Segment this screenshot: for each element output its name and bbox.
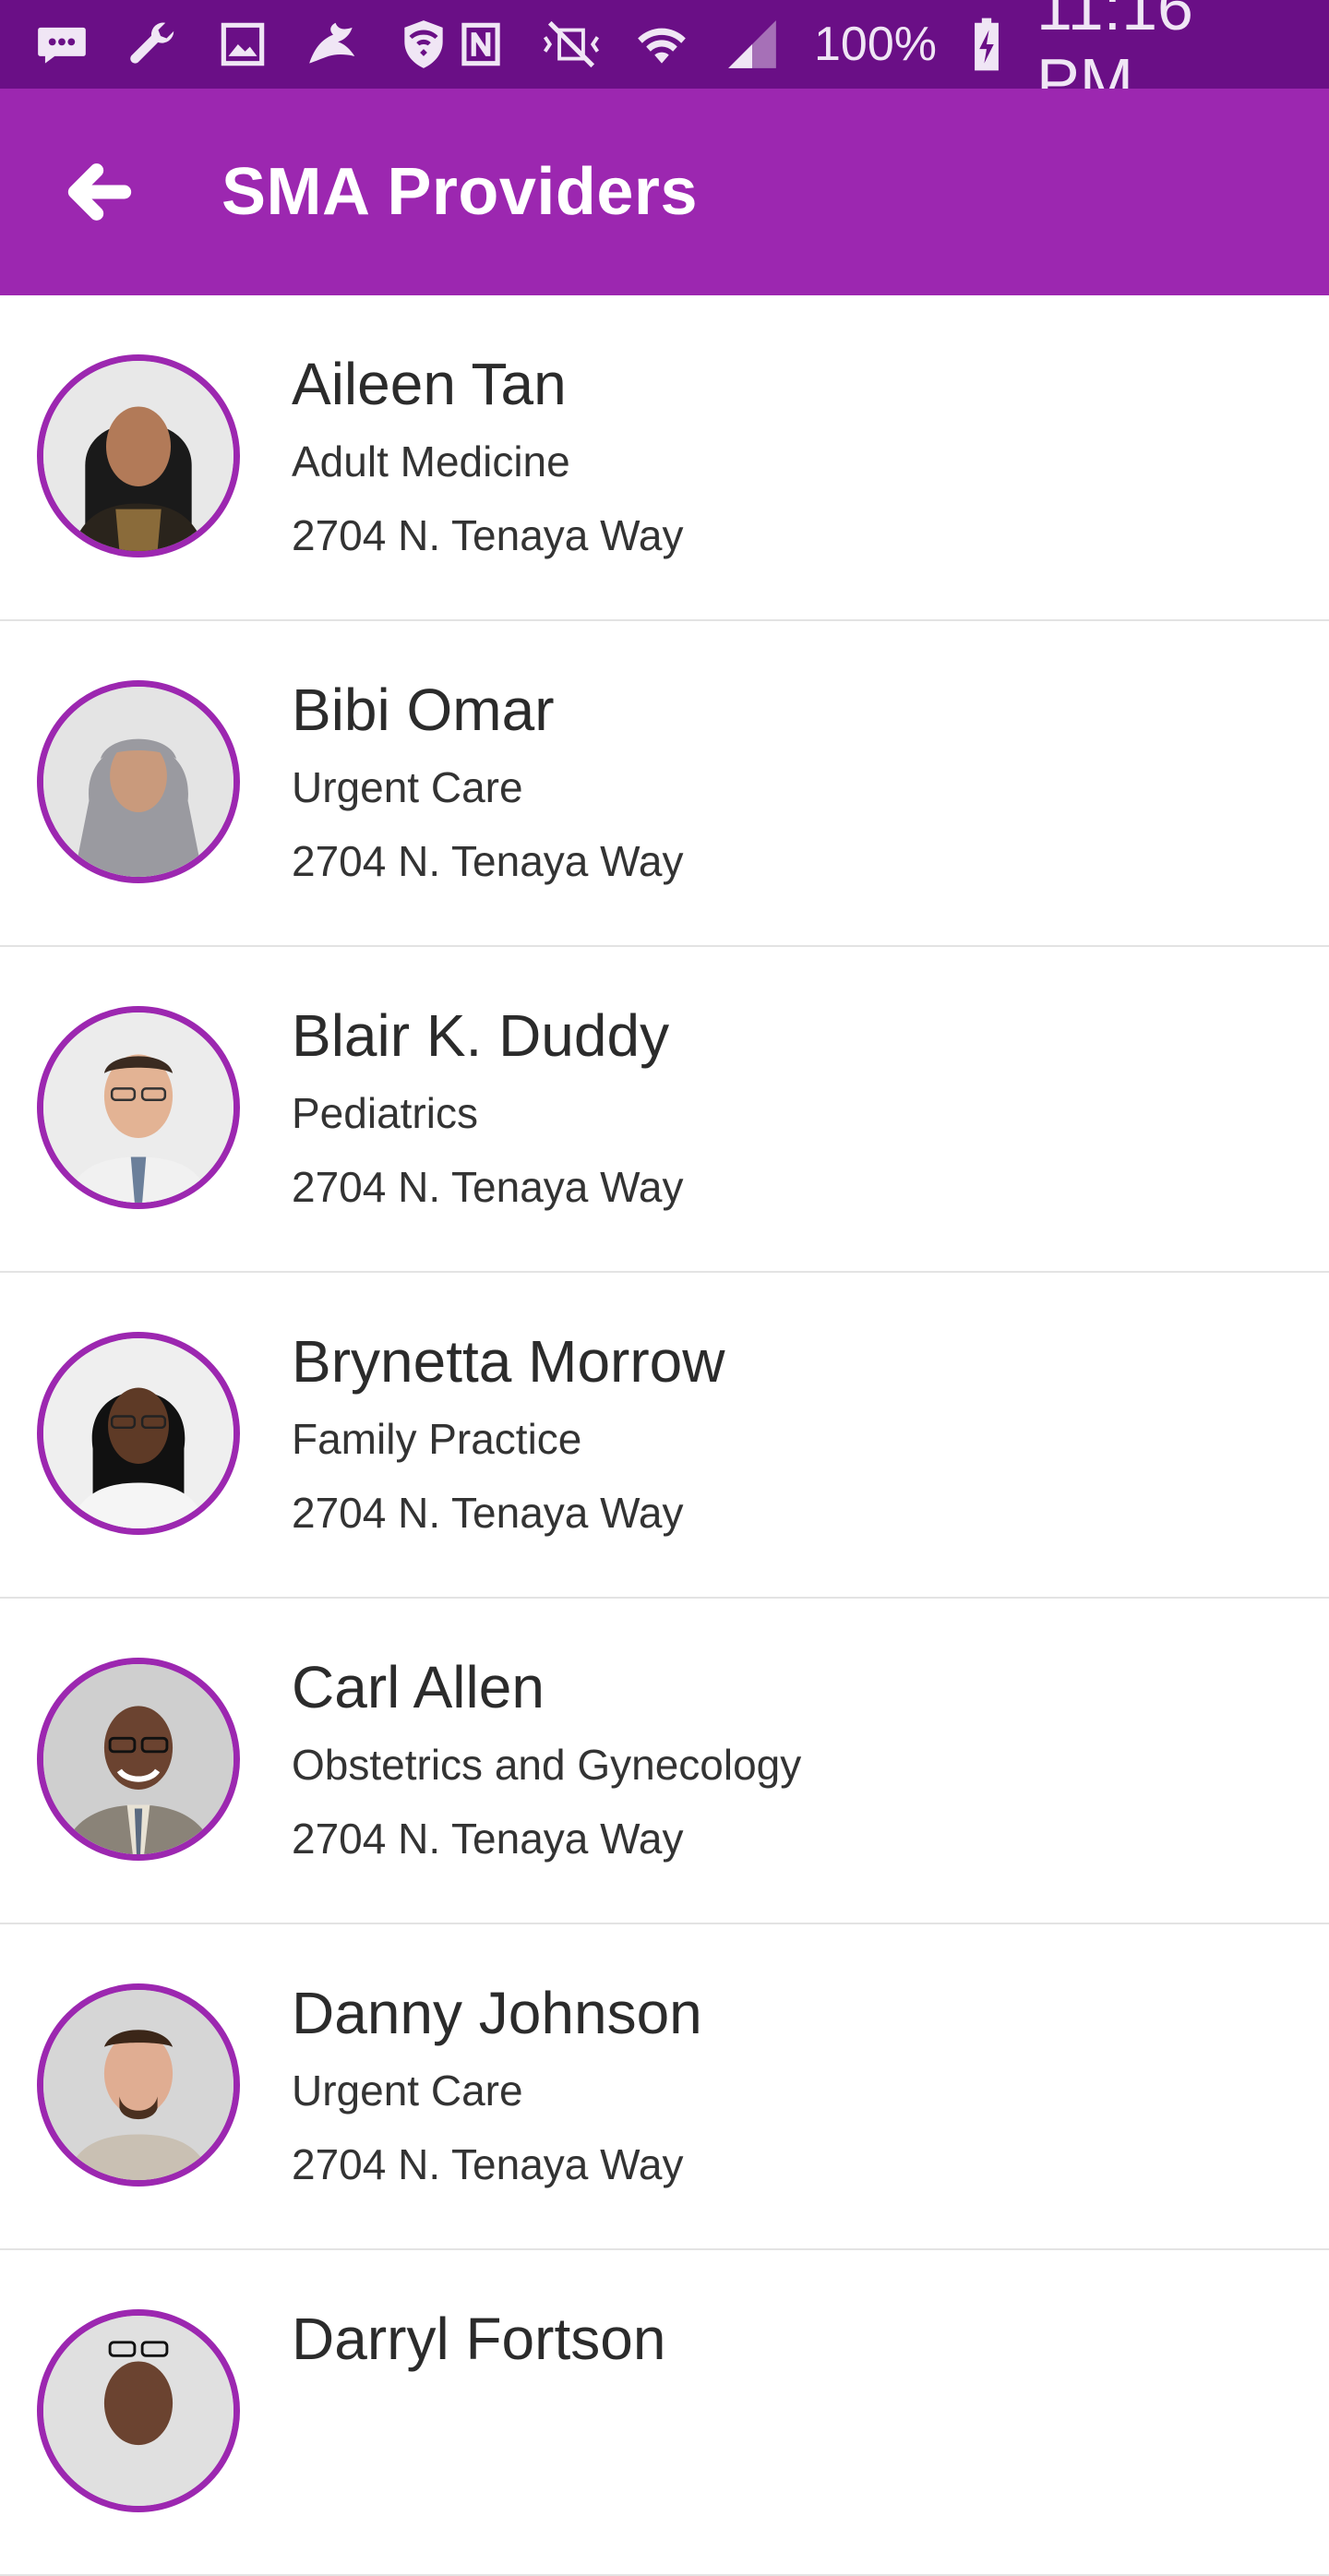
- provider-specialty: Adult Medicine: [292, 437, 570, 485]
- provider-row[interactable]: Brynetta Morrow Family Practice 2704 N. …: [0, 1273, 1329, 1599]
- provider-specialty: Urgent Care: [292, 763, 523, 811]
- provider-avatar: [37, 680, 240, 883]
- provider-address: 2704 N. Tenaya Way: [292, 1815, 684, 1863]
- provider-name: Danny Johnson: [292, 1980, 702, 2046]
- page-title: SMA Providers: [222, 155, 698, 229]
- provider-specialty: Urgent Care: [292, 2067, 523, 2115]
- provider-address: 2704 N. Tenaya Way: [292, 1489, 684, 1537]
- provider-avatar: [37, 354, 240, 557]
- provider-name: Aileen Tan: [292, 351, 567, 417]
- back-button[interactable]: [44, 137, 155, 247]
- shield-wifi-icon: [395, 16, 452, 73]
- provider-row[interactable]: Blair K. Duddy Pediatrics 2704 N. Tenaya…: [0, 947, 1329, 1273]
- provider-name: Carl Allen: [292, 1654, 545, 1720]
- wrench-icon: [124, 16, 181, 73]
- provider-address: 2704 N. Tenaya Way: [292, 511, 684, 559]
- provider-avatar: [37, 1658, 240, 1861]
- wifi-icon: [633, 16, 690, 73]
- provider-specialty: Obstetrics and Gynecology: [292, 1741, 802, 1789]
- provider-row[interactable]: Carl Allen Obstetrics and Gynecology 270…: [0, 1599, 1329, 1924]
- provider-avatar: [37, 1332, 240, 1535]
- provider-avatar: [37, 1983, 240, 2187]
- cell-signal-icon: [724, 16, 781, 73]
- provider-specialty: Pediatrics: [292, 1089, 478, 1137]
- nfc-icon: [452, 16, 509, 73]
- provider-avatar: [37, 2309, 240, 2512]
- app-bar: SMA Providers: [0, 89, 1329, 295]
- message-icon: [33, 16, 90, 73]
- provider-name: Darryl Fortson: [292, 2306, 666, 2372]
- vibrate-mute-icon: [543, 16, 600, 73]
- provider-specialty: Family Practice: [292, 1415, 582, 1463]
- battery-charging-icon: [970, 16, 1003, 73]
- image-icon: [214, 16, 271, 73]
- provider-address: 2704 N. Tenaya Way: [292, 1163, 684, 1211]
- provider-address: 2704 N. Tenaya Way: [292, 2140, 684, 2188]
- status-bar: 100% 11:16 PM: [0, 0, 1329, 117]
- provider-list: Aileen Tan Adult Medicine 2704 N. Tenaya…: [0, 295, 1329, 2576]
- provider-row[interactable]: Aileen Tan Adult Medicine 2704 N. Tenaya…: [0, 295, 1329, 621]
- battery-percent: 100%: [814, 18, 937, 71]
- provider-row[interactable]: Bibi Omar Urgent Care 2704 N. Tenaya Way: [0, 621, 1329, 947]
- provider-avatar: [37, 1006, 240, 1209]
- provider-address: 2704 N. Tenaya Way: [292, 837, 684, 885]
- provider-name: Bibi Omar: [292, 677, 555, 743]
- arrow-back-icon: [67, 163, 132, 221]
- provider-row[interactable]: Danny Johnson Urgent Care 2704 N. Tenaya…: [0, 1924, 1329, 2250]
- provider-name: Blair K. Duddy: [292, 1002, 670, 1069]
- provider-row[interactable]: Darryl Fortson: [0, 2250, 1329, 2576]
- status-bar-notifications: [33, 16, 452, 73]
- provider-name: Brynetta Morrow: [292, 1328, 725, 1395]
- mascot-icon: [305, 16, 362, 73]
